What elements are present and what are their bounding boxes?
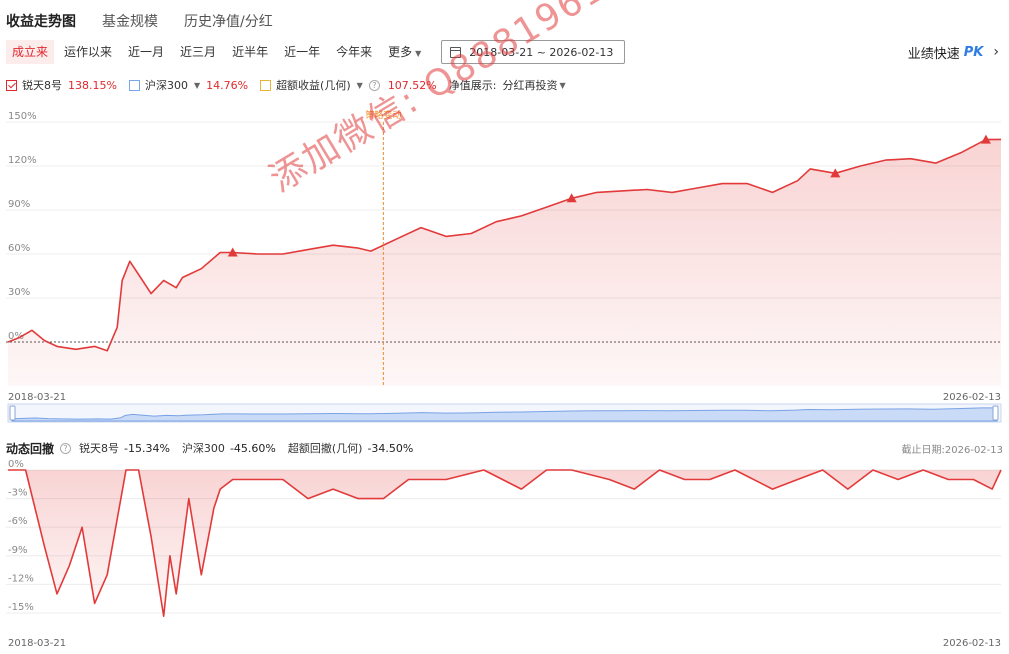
legend-excess[interactable]: 超额收益(几何) ▼ ? 107.52% — [260, 77, 437, 93]
period-more-dropdown[interactable]: 更多 ▼ — [382, 40, 427, 64]
y-tick-label: 0% — [8, 459, 24, 470]
navigator-handle-right[interactable] — [992, 405, 999, 421]
checkbox-icon[interactable] — [128, 79, 140, 91]
legend-fund-value: 138.15% — [68, 78, 117, 92]
tab-return-trend[interactable]: 收益走势图 — [6, 10, 76, 34]
x-start-label: 2018-03-21 — [8, 392, 66, 400]
legend-index-name: 沪深300 — [144, 79, 188, 92]
date-range-picker[interactable]: 2018-03-21 ~ 2026-02-13 — [441, 40, 626, 64]
period-since-operation[interactable]: 运作以来 — [58, 40, 118, 64]
y-tick-label: -15% — [8, 602, 34, 613]
performance-pk-link[interactable]: 业绩快速 PK › — [908, 42, 999, 62]
range-navigator[interactable] — [0, 402, 1009, 424]
navigator-handle-left[interactable] — [9, 405, 16, 421]
series-legend: 锐天8号 138.15% 沪深300 ▼ 14.76% 超额收益(几何) ▼ ?… — [6, 77, 584, 93]
y-tick-label: -9% — [8, 545, 27, 556]
series-area — [8, 470, 1001, 617]
x-end-label: 2026-02-13 — [943, 638, 1001, 649]
as-of-date: 截止日期:2026-02-13 — [901, 445, 1003, 456]
tab-nav-history[interactable]: 历史净值/分红 — [184, 10, 273, 34]
nav-display-label: 净值展示: — [448, 79, 497, 92]
caret-down-icon: ▼ — [559, 80, 566, 90]
dd-excess-value: -34.50% — [367, 441, 414, 455]
nav-display-mode: 分红再投资 — [502, 79, 558, 92]
y-tick-label: -6% — [8, 516, 27, 527]
chevron-right-icon: › — [993, 44, 999, 60]
calendar-icon — [450, 46, 462, 58]
dd-excess-name: 超额回撤(几何) — [287, 442, 363, 455]
dd-index-name: 沪深300 — [181, 442, 225, 455]
dd-index-value: -45.60% — [229, 441, 276, 455]
y-tick-label: -12% — [8, 573, 34, 584]
period-ytd[interactable]: 今年来 — [330, 40, 378, 64]
y-tick-label: 90% — [8, 199, 30, 210]
legend-fund-name: 锐天8号 — [22, 79, 62, 92]
series-area — [8, 139, 1001, 386]
y-tick-label: 30% — [8, 287, 30, 298]
caret-down-icon[interactable]: ▼ — [357, 81, 363, 90]
period-3m[interactable]: 近三月 — [174, 40, 222, 64]
y-tick-label: 120% — [8, 155, 37, 166]
caret-down-icon[interactable]: ▼ — [194, 81, 200, 90]
tab-fund-size[interactable]: 基金规模 — [102, 10, 158, 34]
x-start-label: 2018-03-21 — [8, 638, 66, 649]
chart-tabs: 收益走势图 基金规模 历史净值/分红 — [0, 10, 293, 34]
period-1y[interactable]: 近一年 — [278, 40, 326, 64]
help-icon[interactable]: ? — [368, 79, 380, 91]
return-chart[interactable]: 0%30%60%90%120%150%2018-03-21 2026-02-13策… — [0, 100, 1009, 400]
dd-fund-value: -15.34% — [124, 441, 170, 455]
caret-down-icon: ▼ — [415, 49, 422, 58]
date-range-text: 2018-03-21 ~ 2026-02-13 — [469, 45, 614, 59]
period-1m[interactable]: 近一月 — [122, 40, 170, 64]
legend-index[interactable]: 沪深300 ▼ 14.76% — [128, 77, 249, 93]
y-tick-label: 150% — [8, 111, 37, 122]
y-tick-label: 60% — [8, 243, 30, 254]
help-icon[interactable]: ? — [60, 442, 72, 454]
y-tick-label: -3% — [8, 488, 27, 499]
checkbox-checked-icon[interactable] — [6, 79, 17, 91]
period-6m[interactable]: 近半年 — [226, 40, 274, 64]
drawdown-chart[interactable]: 0% -3% -6% -9% -12% -15% 2018-03-21 2026-02-13 — [0, 458, 1009, 654]
drawdown-legend: 动态回撤 ? 锐天8号 -15.34% 沪深300 -45.60% 超额回撤(几… — [6, 440, 425, 456]
legend-index-value: 14.76% — [206, 78, 249, 92]
legend-excess-value: 107.52% — [387, 78, 437, 92]
pk-label: 业绩快速 — [907, 46, 960, 62]
period-more-label: 更多 — [388, 45, 413, 59]
drawdown-title: 动态回撤 — [6, 441, 55, 456]
nav-display-control[interactable]: 净值展示: 分红再投资 ▼ — [449, 77, 572, 93]
legend-excess-name: 超额收益(几何) — [276, 79, 351, 92]
x-end-label: 2026-02-13 — [943, 392, 1001, 400]
checkbox-icon[interactable] — [260, 79, 272, 91]
strategy-change-label: 策略变动 — [365, 109, 401, 121]
legend-fund[interactable]: 锐天8号 138.15% — [6, 77, 117, 93]
period-since-inception[interactable]: 成立来 — [6, 40, 55, 64]
pk-mark: PK — [963, 44, 984, 60]
period-selector: 成立来 运作以来 近一月 近三月 近半年 近一年 今年来 更多 ▼ 2018-03… — [6, 40, 626, 64]
dd-fund-name: 锐天8号 — [79, 442, 120, 455]
